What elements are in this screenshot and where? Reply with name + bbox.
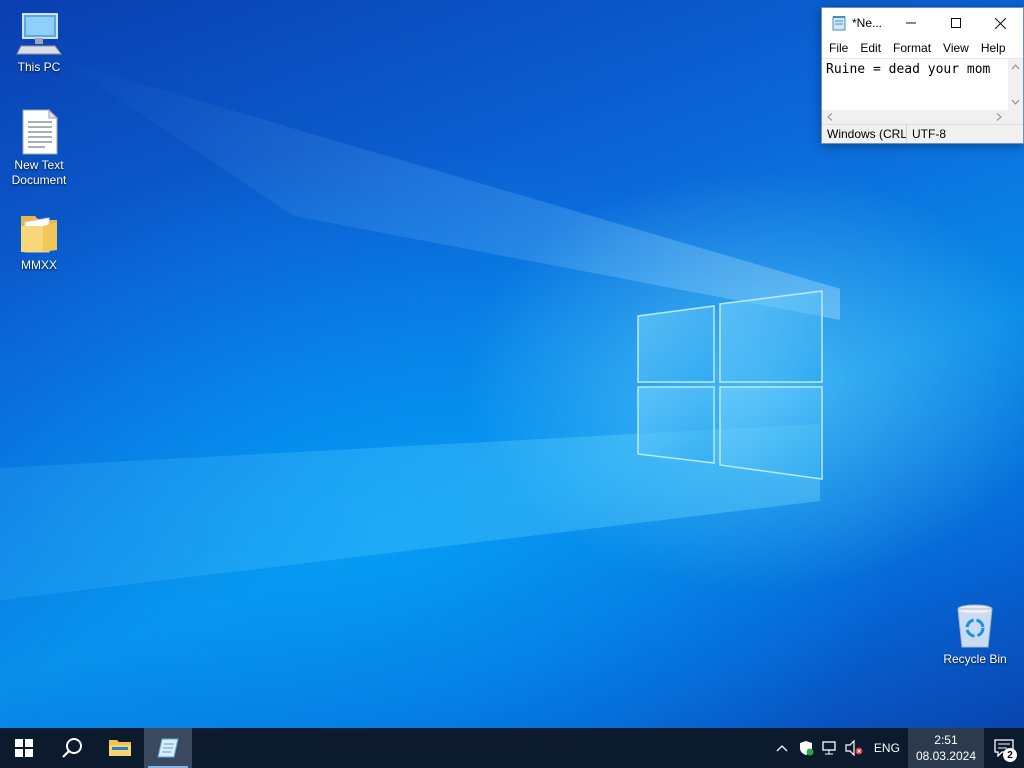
windows-logo [637,290,823,480]
close-button[interactable] [978,8,1023,38]
text-document-icon [22,108,59,155]
desktop-icon-label: New Text Document [11,158,67,187]
menu-format[interactable]: Format [887,41,937,55]
chevron-up-icon [776,745,788,752]
computer-icon [16,13,62,55]
menu-edit[interactable]: Edit [854,41,887,55]
system-tray: ENG 2:51 08.03.2024 2 [770,728,1024,768]
notepad-app-icon [832,16,846,31]
volume-tray-button[interactable] [842,728,866,768]
minimize-button[interactable] [888,8,933,38]
close-icon [995,17,1006,29]
desktop-icon-label: Recycle Bin [943,652,1007,666]
start-button[interactable] [0,728,48,768]
status-encoding: UTF-8 [912,127,946,141]
desktop-icon-label: MMXX [21,258,57,272]
shield-icon [799,741,814,756]
search-icon [62,738,82,758]
scroll-left-icon [827,113,833,121]
notepad-window[interactable]: *Ne... File Edit Format View Help Ruine … [821,7,1024,144]
menu-bar: File Edit Format View Help [822,38,1023,58]
clock-date: 08.03.2024 [915,749,976,763]
vertical-scrollbar[interactable] [1008,59,1023,110]
start-icon [15,739,33,757]
recycle-bin-icon [957,604,993,648]
status-line-ending: Windows (CRL [822,125,907,143]
network-icon [822,741,836,755]
desktop-icon-new-text-document[interactable]: New Text Document [1,108,77,188]
notification-badge: 2 [1003,748,1017,762]
network-tray-button[interactable] [818,728,842,768]
file-explorer-button[interactable] [96,728,144,768]
horizontal-scrollbar[interactable] [822,110,1023,124]
maximize-icon [950,18,961,28]
security-tray-button[interactable] [794,728,818,768]
clock[interactable]: 2:51 08.03.2024 [907,728,984,768]
light-beam-upper [60,60,840,320]
show-hidden-icons-button[interactable] [770,728,794,768]
status-bar: Windows (CRL UTF-8 [822,124,1023,143]
desktop-icon-label: This PC [17,60,61,74]
desktop-icon-mmxx[interactable]: MMXX [1,208,77,273]
scroll-right-icon [996,113,1002,121]
window-title: *Ne... [852,16,883,30]
taskbar: ENG 2:51 08.03.2024 2 [0,728,1024,768]
desktop-icon-this-pc[interactable]: This PC [1,10,77,75]
notepad-taskbar-button[interactable] [144,728,192,768]
menu-file[interactable]: File [823,41,854,55]
menu-view[interactable]: View [937,41,975,55]
input-language-indicator[interactable]: ENG [866,741,908,755]
text-editor-area[interactable]: Ruine = dead your mom [822,58,1023,110]
action-center-button[interactable]: 2 [984,728,1024,768]
minimize-icon [905,22,916,24]
folder-icon [21,216,57,253]
maximize-button[interactable] [933,8,978,38]
editor-text: Ruine = dead your mom [826,62,991,77]
notepad-icon [157,738,179,758]
menu-help[interactable]: Help [975,41,1012,55]
scroll-up-icon [1011,64,1020,70]
desktop-icon-recycle-bin[interactable]: Recycle Bin [937,602,1013,667]
volume-muted-icon [845,740,863,756]
file-explorer-icon [109,740,131,756]
clock-time: 2:51 [934,733,958,747]
scroll-down-icon [1011,99,1020,105]
search-button[interactable] [48,728,96,768]
notepad-title-bar[interactable]: *Ne... [822,8,1023,38]
